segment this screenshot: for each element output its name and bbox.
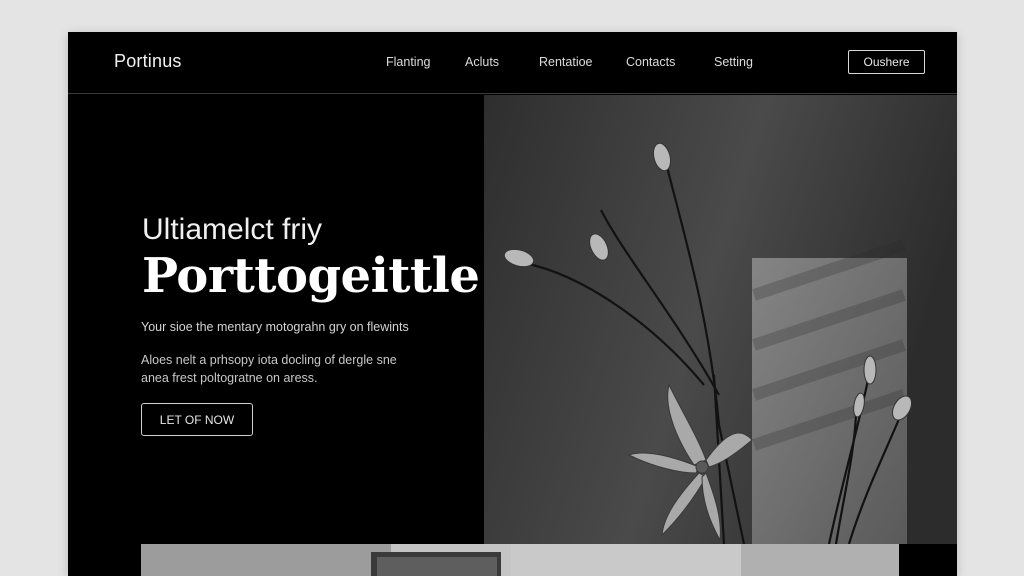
top-nav: Portinus Flanting Acluts Rentatioe Conta…	[68, 32, 957, 94]
hero-title: Porttogeittle	[142, 248, 480, 304]
hero-tagline: Your sioe the mentary motograhn gry on f…	[141, 320, 409, 334]
gallery-preview	[141, 544, 899, 576]
nav-link-contacts[interactable]: Contacts	[626, 55, 675, 69]
nav-link-acluts[interactable]: Acluts	[465, 55, 499, 69]
hero-text-panel: Ultiamelct friy Porttogeittle Your sioe …	[68, 95, 484, 544]
hero-eyebrow: Ultiamelct friy	[142, 213, 323, 246]
hero-photo	[484, 95, 957, 545]
site-frame: Portinus Flanting Acluts Rentatioe Conta…	[68, 32, 957, 576]
gallery-preview-image	[141, 544, 899, 576]
nav-cta-button[interactable]: Oushere	[848, 50, 925, 74]
hero-description-line: Aloes nelt a prhsopy iota docling of der…	[141, 353, 397, 367]
flower-stems-photo	[484, 95, 957, 545]
nav-link-setting[interactable]: Setting	[714, 55, 753, 69]
nav-link-flanting[interactable]: Flanting	[386, 55, 430, 69]
nav-links: Flanting Acluts Rentatioe Contacts Setti…	[68, 55, 957, 71]
nav-link-rentatioe[interactable]: Rentatioe	[539, 55, 593, 69]
hero-description: Aloes nelt a prhsopy iota docling of der…	[141, 351, 461, 387]
hero-cta-button[interactable]: LET OF NOW	[141, 403, 253, 436]
hero-description-line: anea frest poltogratne on aress.	[141, 371, 318, 385]
